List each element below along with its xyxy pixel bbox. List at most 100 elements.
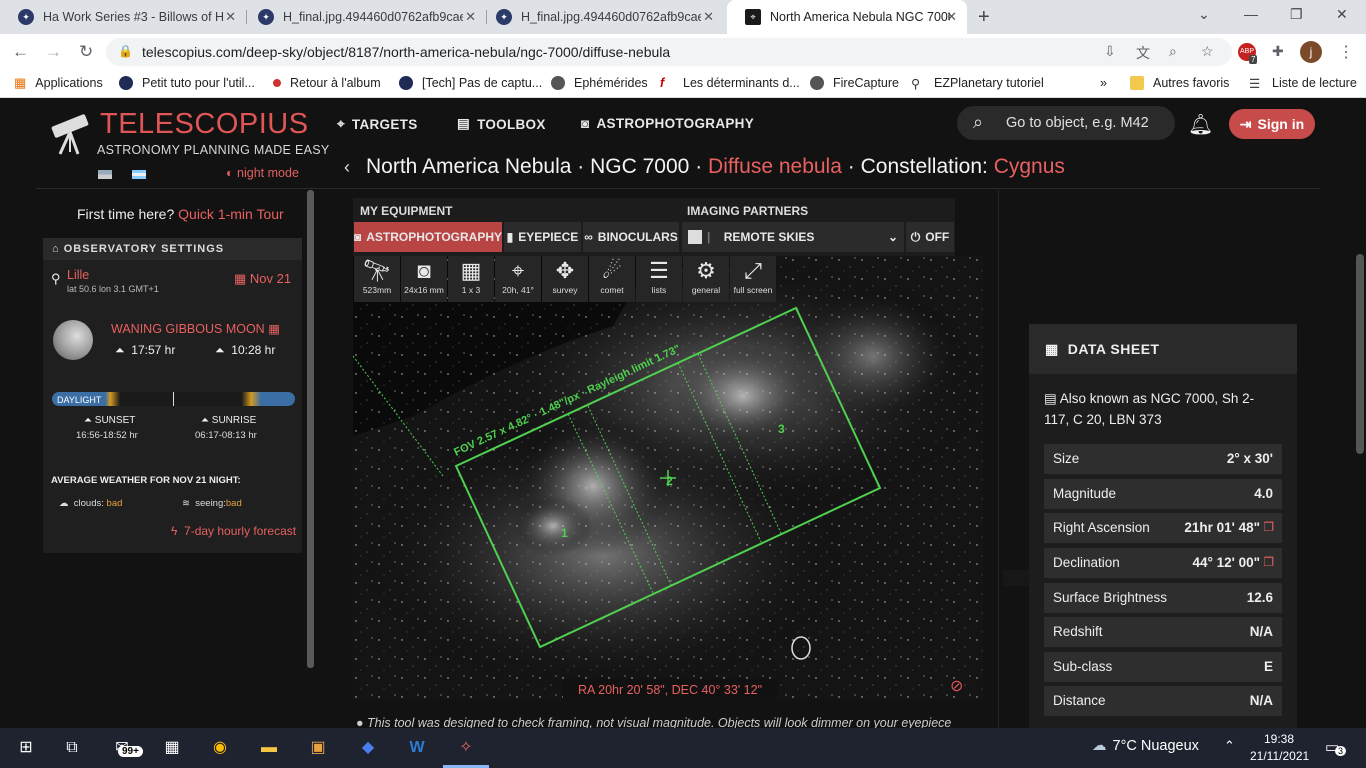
comet-tool-button[interactable]: ☄ comet xyxy=(589,256,635,302)
telescope-tool-button[interactable]: 🔭︎ 523mm xyxy=(354,256,400,302)
browser-tab-3[interactable]: ✦ H_final.jpg.494460d0762afb9cae ✕ xyxy=(478,0,724,34)
translate-icon[interactable]: 文 xyxy=(1136,43,1150,63)
tab-search-icon[interactable]: ⌄ xyxy=(1198,6,1210,23)
telescope-logo-icon[interactable] xyxy=(48,112,98,156)
bookmark-item[interactable]: FireCapture xyxy=(810,76,899,90)
tray-overflow-icon[interactable]: ⌃ xyxy=(1224,738,1235,754)
object-type-link[interactable]: Diffuse nebula xyxy=(708,155,842,178)
observatory-settings-header[interactable]: ⌂ OBSERVATORY SETTINGS xyxy=(43,238,302,260)
clock-date[interactable]: 21/11/2021 xyxy=(1250,749,1309,763)
survey-tool-button[interactable]: ✥ survey xyxy=(542,256,588,302)
lists-tool-button[interactable]: ☰ lists xyxy=(636,256,682,302)
tab-astrophotography[interactable]: ◙ ASTROPHOTOGRAPHY xyxy=(354,222,502,252)
hourly-forecast-link[interactable]: ϟ 7-day hourly forecast xyxy=(171,524,296,538)
forecast-label: 7-day hourly forecast xyxy=(184,524,297,538)
more-bookmarks-button[interactable]: » xyxy=(1100,76,1107,90)
back-arrow-icon[interactable]: ← xyxy=(12,42,29,62)
site-logo[interactable]: TELESCOPIUS xyxy=(100,108,309,141)
bookmark-star-icon[interactable]: ☆ xyxy=(1201,43,1214,60)
sky-survey-image[interactable]: FOV 2.57 x 4.82° · 1.48"/px · Rayleigh l… xyxy=(353,256,983,700)
photo-editor-icon[interactable]: ▣ xyxy=(306,736,330,760)
tab-binoculars[interactable]: ∞ BINOCULARS xyxy=(583,222,679,252)
page-scrollbar[interactable] xyxy=(1356,254,1364,454)
browser-menu-icon[interactable]: ⋮ xyxy=(1338,42,1354,62)
stellarium-icon[interactable]: ✧ xyxy=(454,736,478,760)
bookmark-item[interactable]: Retour à l'album xyxy=(273,76,381,90)
browser-tab-2[interactable]: ✦ H_final.jpg.494460d0762afb9cae ✕ xyxy=(240,0,486,34)
other-favorites-folder[interactable]: Autres favoris xyxy=(1130,76,1229,90)
word-icon[interactable]: W xyxy=(405,736,429,760)
reload-icon[interactable]: ↻ xyxy=(79,42,93,62)
framing-sky-view[interactable]: FOV 2.57 x 4.82° · 1.48"/px · Rayleigh l… xyxy=(353,256,983,700)
rotation-tool-button[interactable]: ⌖ 20h, 41° xyxy=(495,256,541,302)
url-text[interactable]: telescopius.com/deep-sky/object/8187/nor… xyxy=(142,44,670,60)
install-app-icon[interactable]: ⇩ xyxy=(1104,43,1116,60)
night-mode-toggle[interactable]: ◐ night mode xyxy=(226,166,299,180)
moon-phase-label[interactable]: WANING GIBBOUS MOON ▦ xyxy=(111,321,280,336)
extensions-puzzle-icon[interactable]: ✚ xyxy=(1272,43,1284,60)
zoom-icon[interactable]: ⌕ xyxy=(1169,43,1177,60)
browser-tab-1[interactable]: ✦ Ha Work Series #3 - Billows of Ha ✕ xyxy=(0,0,246,34)
back-chevron-icon[interactable]: ‹ xyxy=(344,157,350,177)
sign-in-button[interactable]: ⇥ Sign in xyxy=(1229,109,1315,139)
chrome-icon[interactable]: ◉ xyxy=(208,736,232,760)
row-key: Right Ascension xyxy=(1053,520,1150,535)
browser-tab-active[interactable]: ⌖ North America Nebula NGC 7000 ✕ xyxy=(727,0,967,34)
restore-button[interactable]: ❐ xyxy=(1290,6,1303,23)
bookmark-item[interactable]: f Les déterminants d... xyxy=(660,76,800,90)
camera-tool-button[interactable]: ◙ 24x16 mm xyxy=(401,256,447,302)
weather-widget[interactable]: ☁ 7°C Nuageux xyxy=(1092,738,1199,754)
close-tab-icon[interactable]: ✕ xyxy=(225,9,236,25)
windows-start-icon[interactable]: ⊞ xyxy=(14,736,38,760)
bookmark-item[interactable]: [Tech] Pas de captu... xyxy=(399,76,542,90)
crosshair-icon: ⌖ xyxy=(337,116,345,131)
profile-avatar[interactable]: j xyxy=(1300,41,1322,63)
tab-eyepiece[interactable]: ▮ EYEPIECE xyxy=(504,222,581,252)
bookmark-applications[interactable]: ▦ Applications xyxy=(14,76,103,91)
general-settings-button[interactable]: ⚙ general xyxy=(683,256,729,302)
mosaic-tool-button[interactable]: ▦ 1 x 3 xyxy=(448,256,494,302)
reading-list-button[interactable]: ☰ Liste de lecture xyxy=(1249,76,1357,91)
forward-arrow-icon[interactable]: → xyxy=(45,42,62,62)
close-window-button[interactable]: ✕ xyxy=(1336,6,1348,23)
seeing-icon: ≋ xyxy=(182,498,190,509)
row-value: 44° 12' 00" xyxy=(1192,555,1260,570)
bookmark-item[interactable]: ⚲ EZPlanetary tutoriel xyxy=(911,76,1044,91)
mail-unread-badge: 99+ xyxy=(118,746,143,757)
nav-targets[interactable]: ⌖ TARGETS xyxy=(337,116,418,132)
mosaic-panel-2-label: 2 xyxy=(666,474,673,488)
bookmark-item[interactable]: Petit tuto pour l'util... xyxy=(119,76,255,90)
file-explorer-icon[interactable]: ▬ xyxy=(257,736,281,760)
notifications-bell-icon[interactable]: 🔔︎ xyxy=(1188,112,1213,137)
partner-off-button[interactable]: ⏻ OFF xyxy=(906,222,954,252)
ar-flag-icon[interactable] xyxy=(132,170,146,179)
aka-text: Also known as NGC 7000, Sh 2-117, C 20, … xyxy=(1044,391,1255,427)
bookmark-item[interactable]: Ephémérides xyxy=(551,76,648,90)
app-3d-icon[interactable]: ◆ xyxy=(356,736,380,760)
chevron-down-icon[interactable]: ⌄ xyxy=(883,222,903,252)
copy-icon[interactable]: ❐ xyxy=(1263,555,1274,569)
constellation-link[interactable]: Cygnus xyxy=(994,155,1065,178)
close-tab-icon[interactable]: ✕ xyxy=(465,9,476,25)
nav-toolbox[interactable]: ▤ TOOLBOX xyxy=(457,116,546,132)
new-tab-button[interactable]: + xyxy=(978,6,990,29)
imaging-partner-select[interactable]: | REMOTE SKIES xyxy=(682,222,904,252)
date-selector[interactable]: ▦ Nov 21 xyxy=(234,271,291,287)
left-panel-scrollbar[interactable] xyxy=(307,190,314,668)
close-tab-icon[interactable]: ✕ xyxy=(946,9,957,25)
clock-time[interactable]: 19:38 xyxy=(1264,732,1294,746)
calculator-icon[interactable]: ▦ xyxy=(160,736,184,760)
lock-icon[interactable]: 🔒 xyxy=(118,44,133,58)
minimize-button[interactable]: — xyxy=(1244,6,1258,22)
object-search-input[interactable]: ⌕ Go to object, e.g. M42 xyxy=(957,106,1175,140)
full-screen-button[interactable]: ⤢ full screen xyxy=(730,256,776,302)
us-flag-icon[interactable] xyxy=(98,170,112,179)
copy-icon[interactable]: ❐ xyxy=(1263,520,1274,534)
omnibox[interactable]: 🔒 telescopius.com/deep-sky/object/8187/n… xyxy=(106,38,1232,66)
location-link[interactable]: Lille xyxy=(67,268,89,282)
tool-label: general xyxy=(691,285,721,295)
task-view-icon[interactable]: ⧉ xyxy=(60,736,84,760)
quick-tour-link[interactable]: Quick 1-min Tour xyxy=(178,206,284,222)
nav-astrophotography[interactable]: ◙ ASTROPHOTOGRAPHY xyxy=(581,116,754,131)
close-tab-icon[interactable]: ✕ xyxy=(703,9,714,25)
